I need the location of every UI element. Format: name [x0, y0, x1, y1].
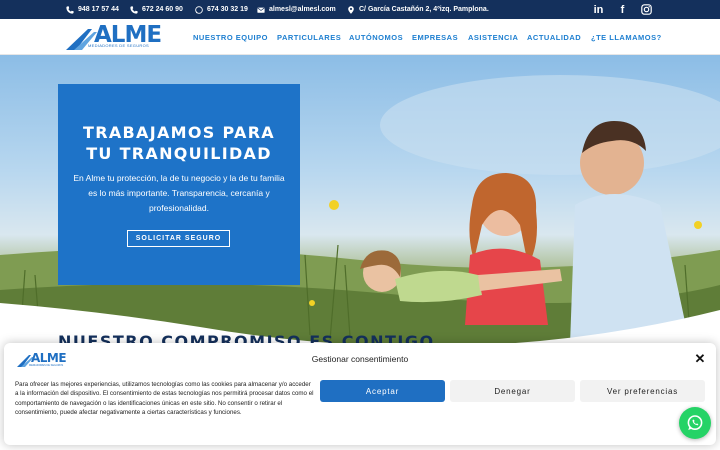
request-insurance-button[interactable]: SOLICITAR SEGURO	[127, 230, 230, 247]
cookie-banner-title: Gestionar consentimiento	[311, 354, 409, 364]
hero-title: TRABAJAMOS PARA TU TRANQUILIDAD	[58, 122, 300, 164]
logo-tagline: MEDIADORES DE SEGUROS	[88, 43, 149, 48]
cookie-banner-text: Para ofrecer las mejores experiencias, u…	[15, 381, 314, 417]
hero-description: En Alme tu protección, la de tu negocio …	[73, 173, 285, 213]
instagram-glyph	[641, 4, 652, 15]
whatsapp-icon	[687, 415, 703, 431]
accept-button[interactable]: Aceptar	[320, 380, 445, 402]
whatsapp-icon	[195, 5, 203, 14]
phone-number-2: 672 24 60 90	[142, 6, 183, 13]
email-address: almesl@almesl.com	[269, 6, 336, 13]
preferences-button[interactable]: Ver preferencias	[580, 380, 705, 402]
logo-tagline: MEDIADORES DE SEGUROS	[29, 364, 64, 367]
deny-button[interactable]: Denegar	[450, 380, 575, 402]
phone-link-2[interactable]: 672 24 60 90	[130, 0, 183, 19]
address-info: C/ García Castañón 2, 4ºizq. Pamplona.	[347, 0, 489, 19]
hero-card: TRABAJAMOS PARA TU TRANQUILIDAD En Alme …	[58, 84, 300, 285]
phone-number-1: 948 17 57 44	[78, 6, 119, 13]
address-text: C/ García Castañón 2, 4ºizq. Pamplona.	[359, 6, 489, 13]
map-pin-icon	[348, 5, 354, 14]
nav-nuestro-equipo[interactable]: NUESTRO EQUIPO	[193, 19, 268, 55]
nav-empresas[interactable]: EMPRESAS	[412, 19, 458, 55]
email-link[interactable]: almesl@almesl.com	[257, 0, 336, 19]
hero-title-line-2: TU TRANQUILIDAD	[86, 144, 272, 163]
facebook-icon[interactable]: f	[615, 2, 630, 17]
hero-title-line-1: TRABAJAMOS PARA	[83, 123, 275, 142]
nav-autonomos[interactable]: AUTÓNOMOS	[349, 19, 403, 55]
phone-icon	[130, 5, 138, 14]
whatsapp-chat-button[interactable]	[679, 407, 711, 439]
nav-asistencia[interactable]: ASISTENCIA	[468, 19, 518, 55]
nav-particulares[interactable]: PARTICULARES	[277, 19, 341, 55]
whatsapp-number: 674 30 32 19	[207, 6, 248, 13]
close-icon[interactable]: ✕	[694, 352, 706, 365]
top-bar: 948 17 57 44 672 24 60 90 674 30 32 19 a…	[0, 0, 720, 19]
cookie-consent-banner: ALME MEDIADORES DE SEGUROS Gestionar con…	[4, 343, 716, 445]
phone-link-1[interactable]: 948 17 57 44	[66, 0, 119, 19]
phone-icon	[66, 5, 74, 14]
whatsapp-link[interactable]: 674 30 32 19	[195, 0, 248, 19]
nav-actualidad[interactable]: ACTUALIDAD	[527, 19, 581, 55]
instagram-icon[interactable]	[639, 2, 654, 17]
alme-logo[interactable]: ALME MEDIADORES DE SEGUROS	[64, 22, 162, 53]
linkedin-icon[interactable]: in	[591, 2, 606, 17]
nav-te-llamamos[interactable]: ¿TE LLAMAMOS?	[591, 19, 662, 55]
envelope-icon	[257, 7, 265, 13]
